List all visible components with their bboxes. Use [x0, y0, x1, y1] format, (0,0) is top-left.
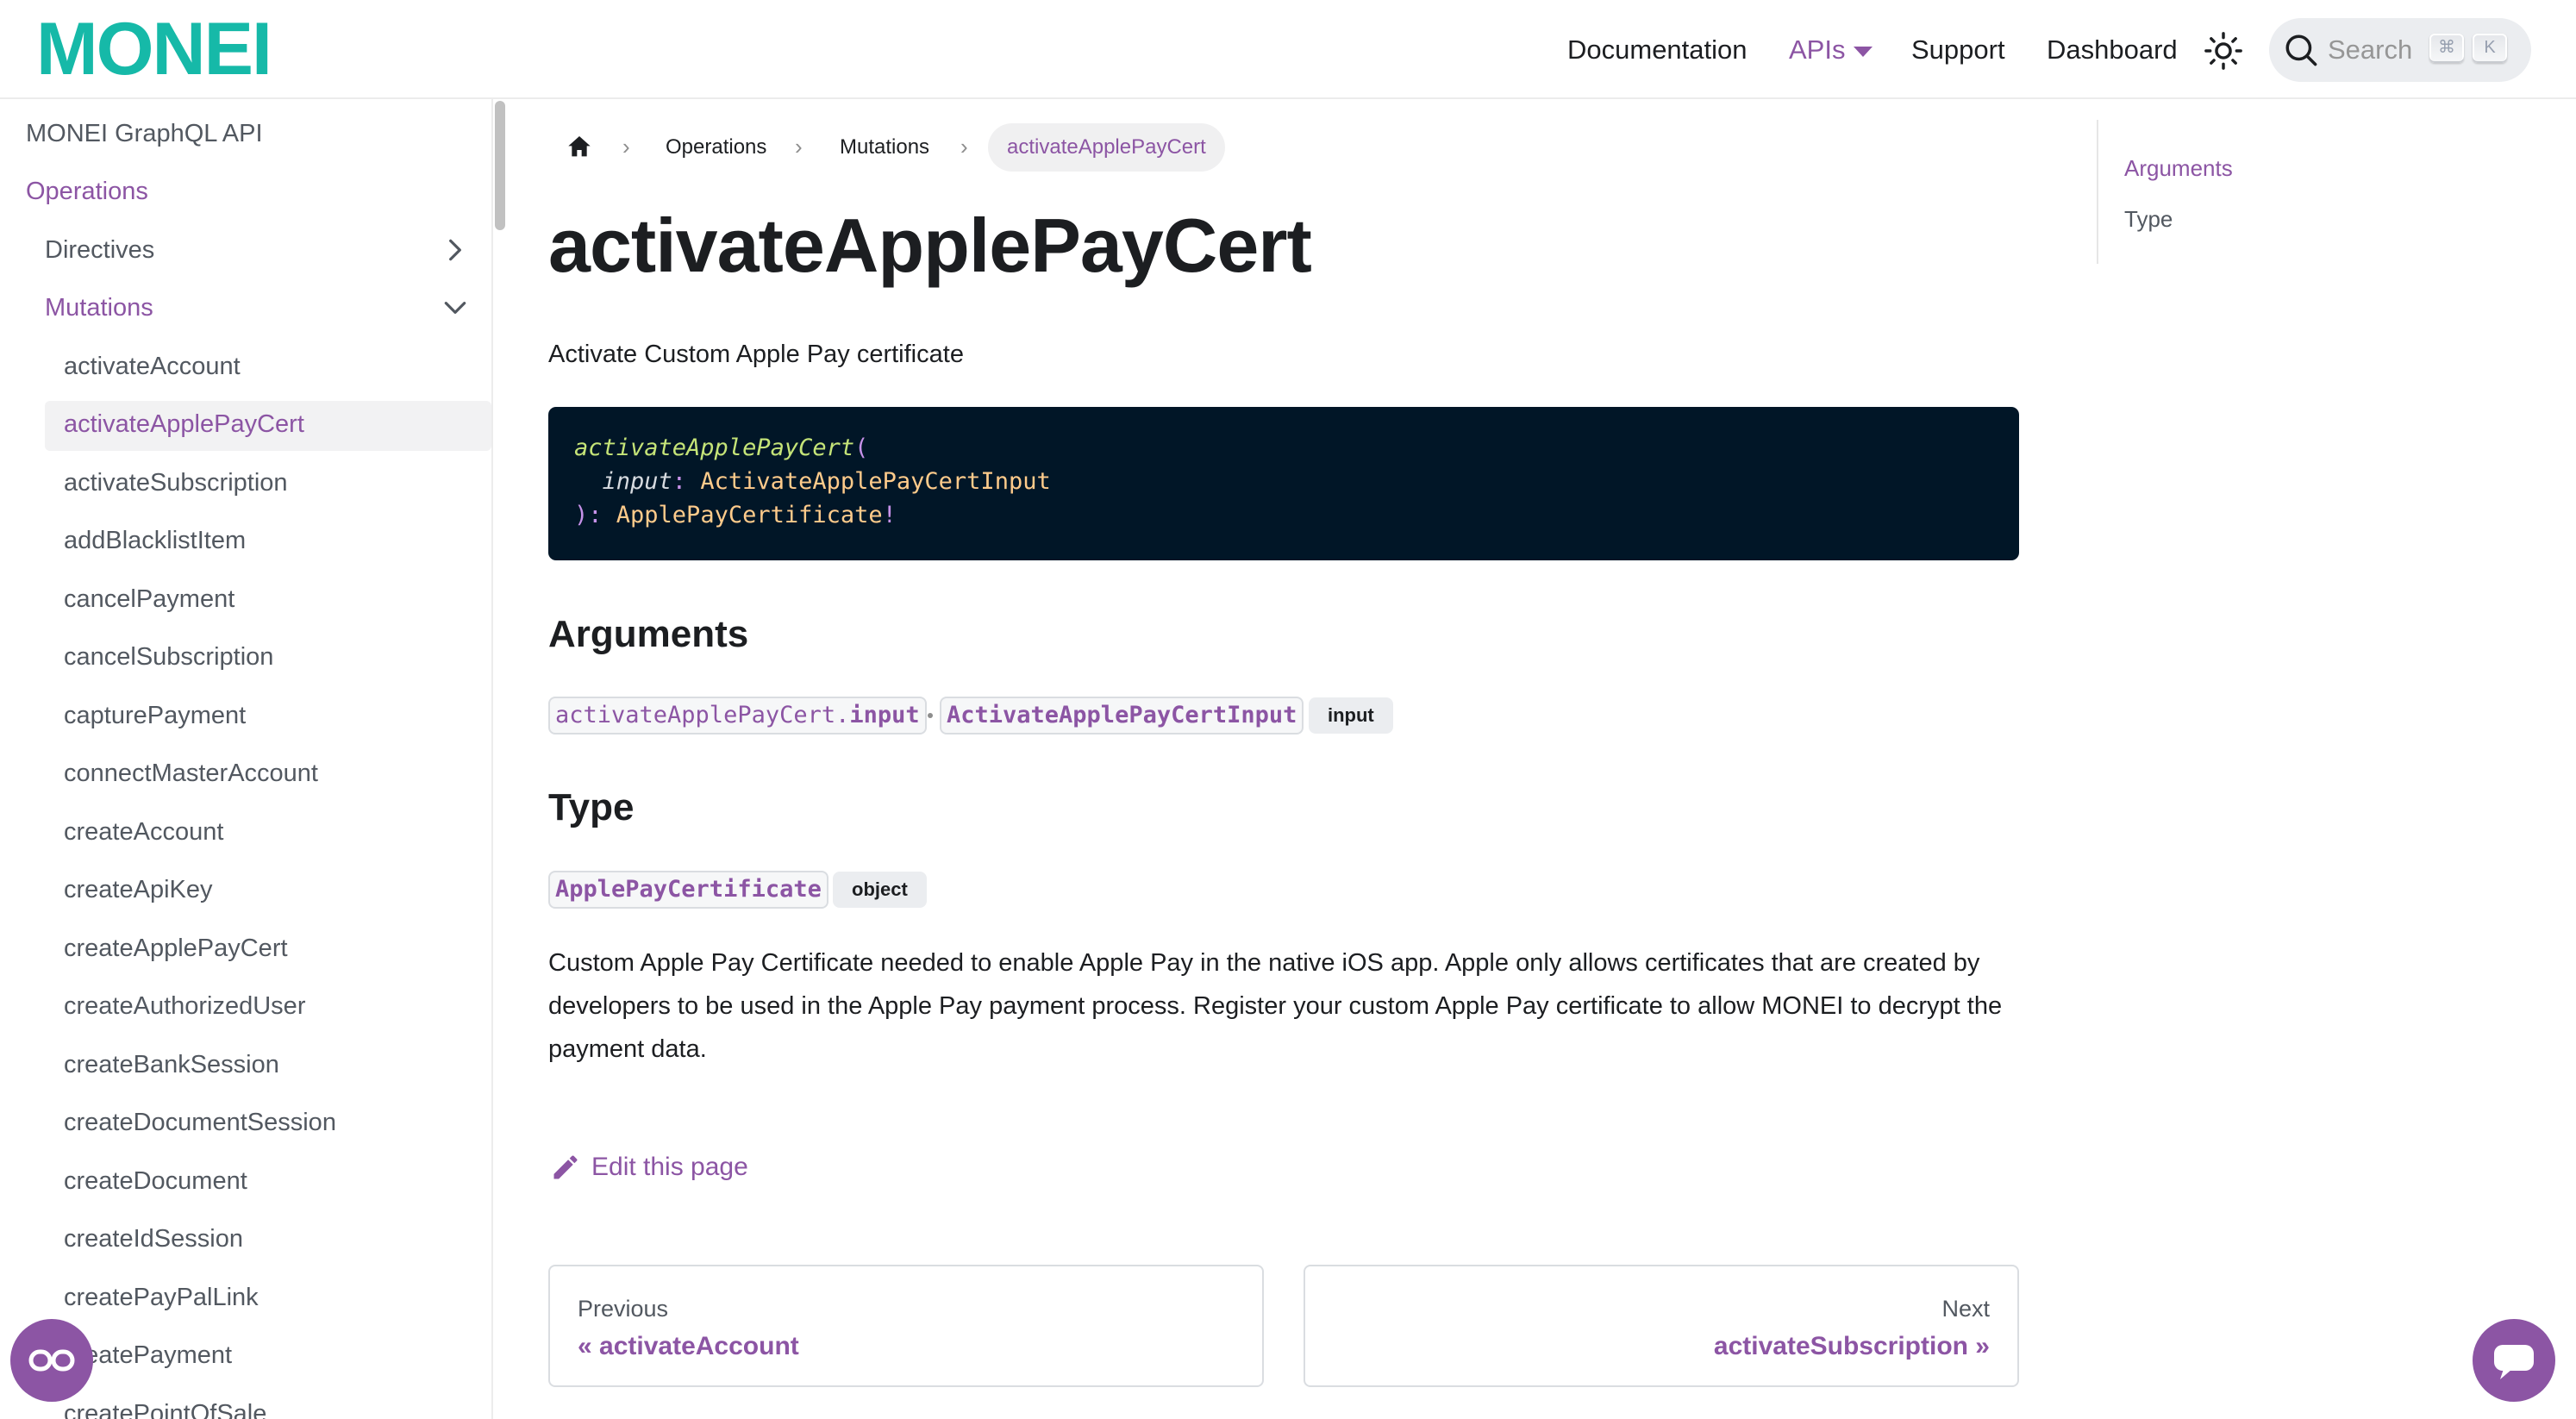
code-return-type: ApplePayCertificate: [616, 502, 883, 528]
kbd-k: K: [2473, 34, 2507, 63]
type-kind-badge: object: [833, 872, 927, 908]
home-icon[interactable]: [566, 133, 593, 160]
sidebar-item-mutations[interactable]: Mutations: [45, 292, 153, 323]
edit-this-page-label: Edit this page: [591, 1153, 748, 1181]
pager-previous-sub: Previous: [578, 1296, 669, 1322]
code-open-paren: (: [854, 434, 869, 461]
sidebar-item-create-point-of-sale[interactable]: createPointOfSale: [64, 1398, 266, 1419]
argument-kind-badge: input: [1309, 697, 1393, 734]
sidebar-item-create-paypal-link[interactable]: createPayPalLink: [64, 1282, 259, 1313]
breadcrumb-separator: ›: [622, 134, 630, 159]
breadcrumb-mutations[interactable]: Mutations: [840, 134, 929, 161]
docs-sidebar: MONEI GraphQL API Operations Directives …: [0, 99, 493, 1419]
breadcrumb-separator: ›: [795, 134, 803, 159]
page-title: activateApplePayCert: [548, 203, 1312, 288]
sidebar-item-create-authorized-user[interactable]: createAuthorizedUser: [64, 991, 305, 1022]
code-colon: :: [672, 468, 687, 495]
nav-documentation[interactable]: Documentation: [1567, 33, 1748, 67]
nav-apis-dropdown[interactable]: APIs: [1789, 33, 1873, 67]
chat-button[interactable]: [2473, 1319, 2555, 1402]
toc-border: [2097, 120, 2098, 264]
sidebar-item-activate-apple-pay-cert[interactable]: activateApplePayCert: [64, 409, 304, 440]
sidebar-item-create-document[interactable]: createDocument: [64, 1166, 247, 1197]
code-non-null: !: [882, 502, 897, 528]
glasses-icon: [28, 1349, 75, 1372]
code-block: activateApplePayCert( input: ActivateApp…: [548, 407, 2019, 560]
sidebar-item-cancel-subscription[interactable]: cancelSubscription: [64, 641, 273, 672]
nav-dashboard[interactable]: Dashboard: [2047, 33, 2178, 67]
type-link[interactable]: ApplePayCertificate: [548, 871, 828, 909]
chevron-right-icon[interactable]: [441, 236, 469, 264]
code-arg-name: input: [602, 468, 672, 495]
sidebar-item-capture-payment[interactable]: capturePayment: [64, 700, 246, 731]
sidebar-item-activate-subscription[interactable]: activateSubscription: [64, 467, 288, 498]
nav-support[interactable]: Support: [1911, 33, 2005, 67]
argument-path-link[interactable]: activateApplePayCert.input: [548, 697, 927, 735]
sidebar-item-create-document-session[interactable]: createDocumentSession: [64, 1107, 336, 1138]
toc-item-arguments[interactable]: Arguments: [2124, 153, 2233, 183]
sidebar-item-add-blacklist-item[interactable]: addBlacklistItem: [64, 525, 246, 556]
sidebar-item-operations[interactable]: Operations: [26, 176, 148, 207]
separator-dot: [928, 713, 933, 718]
type-heading: Type: [548, 786, 635, 828]
arguments-heading: Arguments: [548, 613, 749, 655]
argument-path-name: input: [849, 702, 920, 728]
top-navbar: MONEI Documentation APIs Support Dashboa…: [0, 0, 2576, 99]
code-close-paren: ):: [574, 502, 603, 528]
breadcrumb-operations[interactable]: Operations: [666, 134, 766, 161]
sidebar-item-connect-master-account[interactable]: connectMasterAccount: [64, 758, 318, 789]
sidebar-item-create-bank-session[interactable]: createBankSession: [64, 1049, 279, 1080]
nav-apis-label: APIs: [1789, 34, 1846, 65]
search-icon: [2285, 34, 2317, 66]
pencil-icon: [553, 1155, 578, 1179]
caret-down-icon: [1854, 46, 1873, 57]
pager-next-sub: Next: [1941, 1296, 1990, 1322]
pager-previous-title: « activateAccount: [578, 1332, 799, 1360]
sidebar-item-graphql-api[interactable]: MONEI GraphQL API: [26, 118, 263, 149]
breadcrumb-current: activateApplePayCert: [988, 123, 1225, 172]
argument-path-prefix: activateApplePayCert.: [555, 702, 850, 728]
search-placeholder: Search: [2328, 34, 2413, 65]
sidebar-item-create-apple-pay-cert[interactable]: createApplePayCert: [64, 933, 288, 964]
code-arg-type: ActivateApplePayCertInput: [700, 468, 1051, 495]
sidebar-scrollbar[interactable]: [495, 101, 505, 230]
chevron-down-icon[interactable]: [441, 294, 469, 322]
page-description: Activate Custom Apple Pay certificate: [548, 341, 964, 368]
sidebar-item-activate-account[interactable]: activateAccount: [64, 351, 241, 382]
monei-logo[interactable]: MONEI: [36, 12, 272, 86]
pager-previous[interactable]: Previous « activateAccount: [548, 1265, 1264, 1387]
argument-type-link[interactable]: ActivateApplePayCertInput: [940, 697, 1304, 735]
chat-bubble-icon: [2494, 1345, 2534, 1379]
type-description: Custom Apple Pay Certificate needed to e…: [548, 949, 2003, 1063]
pager-next[interactable]: Next activateSubscription »: [1304, 1265, 2019, 1387]
kbd-cmd: ⌘: [2429, 34, 2464, 63]
breadcrumb-separator: ›: [960, 134, 968, 159]
sun-icon[interactable]: [2204, 31, 2243, 71]
sidebar-item-cancel-payment[interactable]: cancelPayment: [64, 584, 234, 615]
sidebar-item-directives[interactable]: Directives: [45, 234, 154, 266]
pager-next-title: activateSubscription »: [1713, 1332, 1990, 1360]
sidebar-item-create-account[interactable]: createAccount: [64, 816, 223, 847]
code-function-name: activateApplePayCert: [574, 434, 855, 461]
sidebar-item-create-api-key[interactable]: createApiKey: [64, 874, 213, 905]
search-button[interactable]: Search ⌘ K: [2269, 18, 2531, 82]
ai-assistant-button[interactable]: [10, 1319, 93, 1402]
sidebar-item-create-id-session[interactable]: createIdSession: [64, 1223, 243, 1254]
toc-item-type[interactable]: Type: [2124, 204, 2173, 234]
